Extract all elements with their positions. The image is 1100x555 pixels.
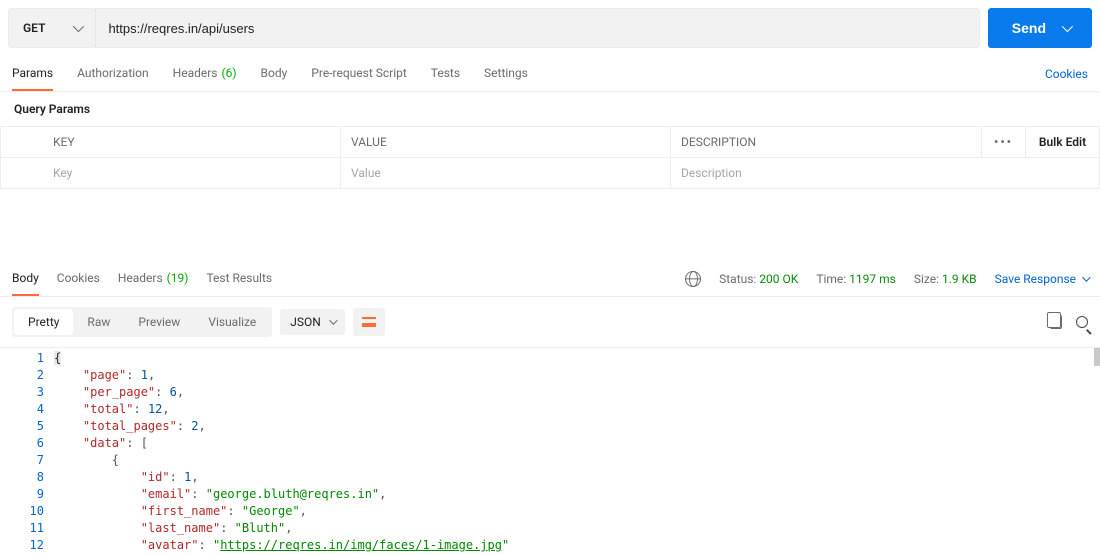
line-gutter: 123456789101112 <box>0 350 54 554</box>
request-tabs-right: Cookies <box>1045 67 1088 81</box>
language-label: JSON <box>290 315 321 329</box>
cookies-link[interactable]: Cookies <box>1045 67 1088 81</box>
tab-params[interactable]: Params <box>12 56 53 91</box>
size-label: Size: <box>914 272 939 286</box>
tab-label: Body <box>261 66 288 80</box>
params-header-row: KEY VALUE DESCRIPTION ••• Bulk Edit <box>1 127 1100 158</box>
value-input[interactable]: Value <box>341 158 671 189</box>
send-button[interactable]: Send <box>988 8 1092 48</box>
col-more-header: ••• <box>982 127 1026 158</box>
spacer <box>0 189 1100 261</box>
save-response-label: Save Response <box>995 272 1076 286</box>
params-table: KEY VALUE DESCRIPTION ••• Bulk Edit Key … <box>0 126 1100 189</box>
more-icon[interactable]: ••• <box>994 135 1013 149</box>
response-meta: Status: 200 OK Time: 1197 ms Size: 1.9 K… <box>685 271 1088 287</box>
tab-label: Headers <box>118 271 163 285</box>
time-block[interactable]: Time: 1197 ms <box>816 272 896 286</box>
formatter-toolbar: Pretty Raw Preview Visualize JSON <box>0 297 1100 347</box>
tab-count: (6) <box>222 66 237 80</box>
tab-label: Headers <box>173 66 218 80</box>
request-tabs: Params Authorization Headers (6) Body Pre… <box>0 56 1100 92</box>
status-label: Status: <box>719 272 756 286</box>
tab-count: (19) <box>167 271 189 285</box>
tab-label: Body <box>12 271 39 285</box>
tab-body[interactable]: Body <box>261 56 288 91</box>
chevron-down-icon[interactable] <box>1062 21 1073 32</box>
tab-tests[interactable]: Tests <box>431 56 460 91</box>
search-icon[interactable] <box>1076 316 1088 328</box>
col-key-header: KEY <box>1 127 341 158</box>
bulk-edit-button[interactable]: Bulk Edit <box>1026 127 1100 158</box>
tab-resp-body[interactable]: Body <box>12 261 39 296</box>
tab-headers[interactable]: Headers (6) <box>173 56 237 91</box>
http-method-label: GET <box>23 21 45 35</box>
view-segment: Pretty Raw Preview Visualize <box>12 307 272 337</box>
tab-label: Authorization <box>77 66 149 80</box>
language-select[interactable]: JSON <box>280 309 345 335</box>
chevron-down-icon <box>1082 273 1090 281</box>
request-tabs-left: Params Authorization Headers (6) Body Pre… <box>12 56 528 91</box>
time-value: 1197 ms <box>849 272 896 286</box>
response-tabs: Body Cookies Headers (19) Test Results St… <box>0 261 1100 297</box>
response-tabs-left: Body Cookies Headers (19) Test Results <box>12 261 272 296</box>
status-block[interactable]: Status: 200 OK <box>719 272 798 286</box>
tab-label: Params <box>12 66 53 80</box>
wrap-icon <box>362 317 376 327</box>
tab-label: Settings <box>484 66 528 80</box>
request-bar: GET Send <box>0 0 1100 56</box>
seg-preview[interactable]: Preview <box>124 309 194 335</box>
col-desc-header: DESCRIPTION <box>671 127 982 158</box>
tab-resp-headers[interactable]: Headers (19) <box>118 261 189 296</box>
code-content[interactable]: { "page": 1, "per_page": 6, "total": 12,… <box>54 350 1100 554</box>
wrap-lines-button[interactable] <box>353 308 385 336</box>
size-block[interactable]: Size: 1.9 KB <box>914 272 977 286</box>
tab-authorization[interactable]: Authorization <box>77 56 149 91</box>
formatter-right <box>1050 315 1088 329</box>
size-value: 1.9 KB <box>942 272 977 286</box>
tab-resp-testresults[interactable]: Test Results <box>206 261 272 296</box>
time-label: Time: <box>816 272 846 286</box>
key-input[interactable]: Key <box>1 158 341 189</box>
response-body-viewer[interactable]: 123456789101112 { "page": 1, "per_page":… <box>0 347 1100 554</box>
formatter-left: Pretty Raw Preview Visualize JSON <box>12 307 385 337</box>
tab-resp-cookies[interactable]: Cookies <box>57 261 100 296</box>
tab-label: Test Results <box>206 271 272 285</box>
save-response-button[interactable]: Save Response <box>995 272 1088 286</box>
params-empty-row[interactable]: Key Value Description <box>1 158 1100 189</box>
query-params-title: Query Params <box>0 92 1100 126</box>
col-value-header: VALUE <box>341 127 671 158</box>
globe-icon[interactable] <box>685 271 701 287</box>
url-input[interactable] <box>96 21 978 36</box>
scrollbar-thumb[interactable] <box>1094 348 1100 366</box>
http-method-select[interactable]: GET <box>9 9 96 47</box>
seg-visualize[interactable]: Visualize <box>194 309 270 335</box>
status-value: 200 OK <box>759 272 798 286</box>
desc-input[interactable]: Description <box>671 158 1100 189</box>
copy-icon[interactable] <box>1050 315 1062 329</box>
tab-label: Cookies <box>57 271 100 285</box>
tab-prerequest[interactable]: Pre-request Script <box>311 56 406 91</box>
tab-label: Pre-request Script <box>311 66 406 80</box>
method-url-container: GET <box>8 8 980 48</box>
seg-raw[interactable]: Raw <box>73 309 124 335</box>
seg-pretty[interactable]: Pretty <box>14 309 73 335</box>
tab-label: Tests <box>431 66 460 80</box>
tab-settings[interactable]: Settings <box>484 56 528 91</box>
send-button-label: Send <box>1012 20 1046 36</box>
chevron-down-icon <box>73 21 84 32</box>
chevron-down-icon <box>329 316 337 324</box>
